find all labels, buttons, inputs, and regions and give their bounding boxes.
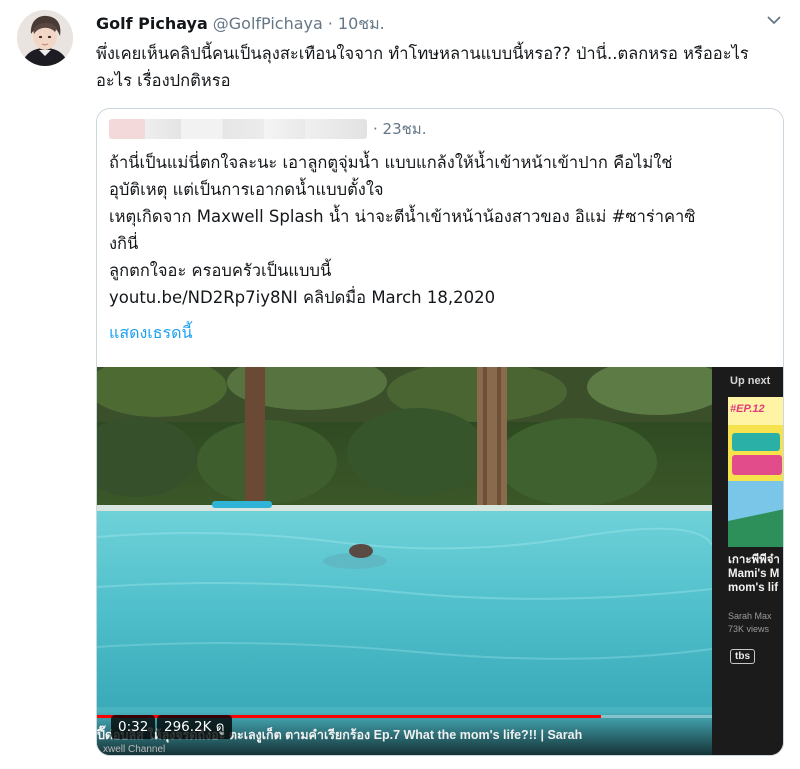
quoted-tweet-header: · 23ชม. bbox=[109, 117, 426, 141]
up-next-panel: Up next #EP.12 เกาะพีพีจ๋า Mami's M mom'… bbox=[712, 367, 783, 755]
tweet-header: Golf Pichaya @GolfPichaya · 10ชม. bbox=[96, 12, 385, 34]
redacted-author bbox=[109, 119, 367, 139]
up-next-title[interactable]: เกาะพีพีจ๋า Mami's M mom's lif bbox=[728, 553, 783, 595]
user-handle[interactable]: @GolfPichaya bbox=[213, 14, 323, 33]
tweet: Golf Pichaya @GolfPichaya · 10ชม. พึ่งเค… bbox=[0, 0, 800, 769]
display-name[interactable]: Golf Pichaya bbox=[96, 14, 208, 33]
up-next-title-line: เกาะพีพีจ๋า bbox=[728, 554, 780, 566]
tbs-logo: tbs bbox=[730, 649, 755, 664]
video-view-count: 296.2K ดู bbox=[157, 715, 232, 739]
quoted-tweet-timestamp[interactable]: · 23ชม. bbox=[373, 117, 426, 141]
quoted-tweet-text: ถ้านี่เป็นแม่นี่ตกใจละนะ เอาลูกตูจุ่มน้ำ… bbox=[109, 149, 777, 311]
quoted-text-line: ลูกตกใจอะ ครอบครัวเป็นแบบนี้ bbox=[109, 261, 332, 280]
pool-video-frame bbox=[97, 367, 712, 755]
quoted-text-line: เหตุเกิดจาก Maxwell Splash น้ำ น่าจะตีน้… bbox=[109, 207, 696, 226]
quoted-text-line: งกินี่ bbox=[109, 234, 139, 253]
up-next-label: Up next bbox=[730, 375, 771, 387]
up-next-channel: Sarah Max bbox=[728, 611, 772, 621]
video-channel: xwell Channel bbox=[103, 744, 166, 755]
episode-thumbnail-art bbox=[728, 397, 783, 547]
show-thread-link[interactable]: แสดงเธรดนี้ bbox=[109, 321, 192, 346]
quoted-tweet[interactable]: · 23ชม. ถ้านี่เป็นแม่นี่ตกใจละนะ เอาลูกต… bbox=[96, 108, 784, 756]
up-next-title-line: Mami's M bbox=[728, 568, 780, 580]
header-separator: · bbox=[327, 14, 333, 33]
episode-label: #EP.12 bbox=[730, 403, 765, 415]
tweet-text: พึ่งเคยเห็นคลิปนี้คนเป็นลุงสะเทือนใจจาก … bbox=[96, 44, 749, 90]
up-next-title-line: mom's lif bbox=[728, 582, 779, 594]
video-elapsed-time: 0:32 bbox=[111, 715, 156, 739]
quoted-text-line: อุบัติเหตุ แต่เป็นการเอากดน้ำแบบตั้งใจ bbox=[109, 180, 384, 199]
up-next-views: 73K views bbox=[728, 624, 770, 634]
video-player[interactable]: Up next #EP.12 เกาะพีพีจ๋า Mami's M mom'… bbox=[97, 367, 783, 755]
avatar[interactable] bbox=[17, 10, 73, 66]
tweet-timestamp[interactable]: 10ชม. bbox=[338, 12, 385, 37]
up-next-thumbnail[interactable]: #EP.12 bbox=[728, 397, 783, 547]
avatar-portrait-icon bbox=[17, 10, 73, 66]
chevron-down-icon[interactable] bbox=[766, 12, 782, 28]
quoted-text-line: youtu.be/ND2Rp7iy8NI คลิปดมื่อ March 18,… bbox=[109, 288, 496, 307]
quoted-text-line: ถ้านี่เป็นแม่นี่ตกใจละนะ เอาลูกตูจุ่มน้ำ… bbox=[109, 153, 673, 172]
